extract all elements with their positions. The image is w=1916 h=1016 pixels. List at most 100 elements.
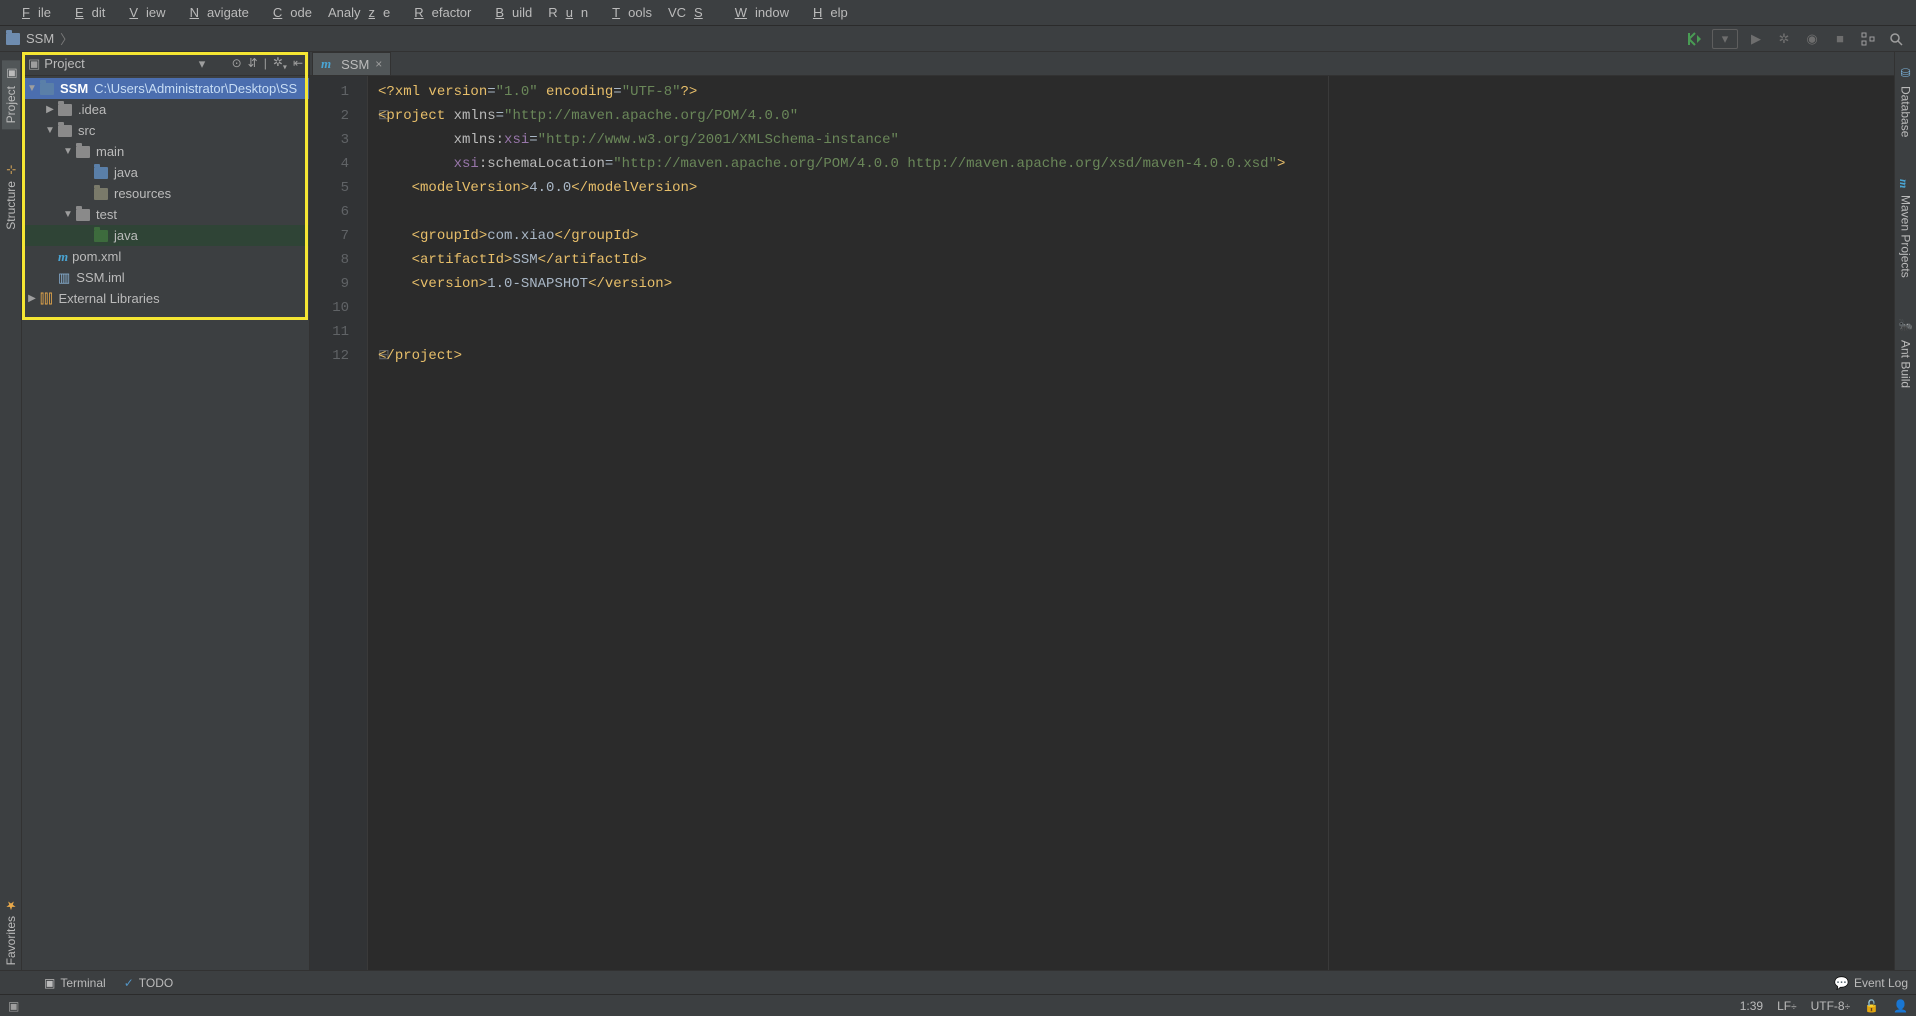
menu-navigate[interactable]: Navigate	[174, 2, 257, 23]
settings-gear-icon[interactable]: ✲▾	[273, 55, 287, 71]
debug-button[interactable]: ✲	[1774, 29, 1794, 49]
tree-iml[interactable]: ▥ SSM.iml	[22, 267, 309, 288]
project-tool-window: ▣ Project ▾ ⊙ ⇵ | ✲▾ ⇤ ▼ SSM C:\Users\Ad…	[22, 52, 310, 970]
maven-file-icon: m	[58, 249, 68, 265]
tree-idea[interactable]: ▶ .idea	[22, 99, 309, 120]
menu-help[interactable]: Help	[797, 2, 856, 23]
tree-root-name: SSM	[60, 81, 88, 96]
bottom-tool-bar: ▣Terminal ✓TODO 💬Event Log	[0, 970, 1916, 994]
tree-external-libs[interactable]: ▶ ⫿⫿⫿ External Libraries	[22, 288, 309, 309]
menu-analyze[interactable]: Analyze	[320, 2, 398, 23]
status-tool-windows-icon[interactable]: ▣	[8, 999, 19, 1013]
status-hector-icon[interactable]: 👤	[1893, 999, 1908, 1013]
tool-tab-maven[interactable]: m Maven Projects	[1894, 173, 1916, 283]
menu-run[interactable]: Run	[540, 2, 596, 23]
menu-vcs[interactable]: VCS	[660, 2, 719, 23]
maven-file-icon: m	[321, 56, 331, 72]
menu-tools[interactable]: Tools	[596, 2, 660, 23]
tree-label: main	[96, 144, 124, 159]
left-tool-strip: Project ▣ Structure ⊹	[0, 52, 22, 970]
tool-tab-terminal[interactable]: ▣Terminal	[44, 976, 106, 990]
test-folder-icon	[94, 230, 108, 242]
folder-icon	[58, 125, 72, 137]
tree-label: java	[114, 228, 138, 243]
project-structure-button[interactable]	[1858, 29, 1878, 49]
tree-test-java[interactable]: java	[22, 225, 309, 246]
status-encoding[interactable]: UTF-8÷	[1811, 999, 1851, 1013]
tree-pom[interactable]: m pom.xml	[22, 246, 309, 267]
project-panel-header: ▣ Project ▾ ⊙ ⇵ | ✲▾ ⇤	[22, 52, 309, 76]
code-content[interactable]: <?xml version="1.0" encoding="UTF-8"?> ⊟…	[368, 76, 1916, 970]
tree-src[interactable]: ▼ src	[22, 120, 309, 141]
project-view-dropdown-icon[interactable]: ▾	[199, 56, 206, 72]
menu-build[interactable]: Build	[479, 2, 540, 23]
menu-view[interactable]: View	[113, 2, 173, 23]
tree-root-path: C:\Users\Administrator\Desktop\SS	[94, 81, 297, 96]
status-line-ending[interactable]: LF÷	[1777, 999, 1797, 1013]
menu-refactor[interactable]: Refactor	[398, 2, 479, 23]
hide-panel-icon[interactable]: ⇤	[293, 56, 303, 70]
tab-label: SSM	[341, 57, 369, 72]
iml-file-icon: ▥	[58, 270, 70, 286]
menu-bar: File Edit View Navigate Code Analyze Ref…	[0, 0, 1916, 26]
folder-icon	[58, 104, 72, 116]
tree-label: .idea	[78, 102, 106, 117]
tree-resources[interactable]: resources	[22, 183, 309, 204]
right-tool-strip: ⛁ Database m Maven Projects 🐜 Ant Build	[1894, 52, 1916, 970]
tree-root[interactable]: ▼ SSM C:\Users\Administrator\Desktop\SS	[22, 78, 309, 99]
tool-tab-structure[interactable]: Structure ⊹	[2, 159, 20, 236]
project-tree[interactable]: ▼ SSM C:\Users\Administrator\Desktop\SS …	[22, 76, 309, 970]
run-config-dropdown[interactable]: ▾	[1712, 29, 1738, 49]
stop-button[interactable]: ■	[1830, 29, 1850, 49]
separator: |	[264, 56, 267, 70]
status-lock-icon[interactable]: 🔓	[1864, 999, 1879, 1013]
todo-icon: ✓	[124, 976, 134, 990]
tree-main-java[interactable]: java	[22, 162, 309, 183]
tree-label: src	[78, 123, 95, 138]
line-gutter: 123456789101112	[310, 76, 368, 970]
search-everywhere-button[interactable]	[1886, 29, 1906, 49]
build-button[interactable]	[1684, 29, 1704, 49]
project-panel-title[interactable]: Project	[44, 56, 84, 71]
navigation-bar: SSM 〉 ▾ ▶ ✲ ◉ ■	[0, 26, 1916, 52]
left-bottom-tool-strip: Favorites ★	[0, 892, 22, 981]
library-icon: ⫿⫿⫿	[40, 291, 52, 307]
menu-window[interactable]: Window	[719, 2, 797, 23]
collapse-all-icon[interactable]: ⇵	[248, 56, 258, 70]
tree-test[interactable]: ▼ test	[22, 204, 309, 225]
terminal-icon: ▣	[44, 976, 55, 990]
project-view-icon: ▣	[28, 56, 40, 72]
source-folder-icon	[94, 167, 108, 179]
tool-tab-database[interactable]: ⛁ Database	[1897, 60, 1915, 143]
tool-tab-todo[interactable]: ✓TODO	[124, 976, 174, 990]
event-log-icon: 💬	[1834, 976, 1849, 990]
tree-label: pom.xml	[72, 249, 121, 264]
tool-tab-favorites[interactable]: Favorites ★	[2, 892, 20, 971]
project-icon	[6, 33, 20, 45]
coverage-button[interactable]: ◉	[1802, 29, 1822, 49]
tree-label: External Libraries	[58, 291, 159, 306]
event-log-button[interactable]: 💬Event Log	[1834, 976, 1908, 990]
breadcrumb-project[interactable]: SSM	[26, 31, 54, 46]
menu-code[interactable]: Code	[257, 2, 320, 23]
editor-tabs: m SSM ×	[310, 52, 1916, 76]
close-tab-icon[interactable]: ×	[375, 57, 382, 71]
editor-tab-ssm[interactable]: m SSM ×	[312, 52, 391, 75]
status-cursor-position[interactable]: 1:39	[1740, 999, 1763, 1013]
status-bar: ▣ 1:39 LF÷ UTF-8÷ 🔓 👤	[0, 994, 1916, 1016]
menu-file[interactable]: File	[6, 2, 59, 23]
folder-icon	[76, 209, 90, 221]
main-area: Project ▣ Structure ⊹ ▣ Project ▾ ⊙ ⇵ | …	[0, 52, 1916, 970]
breadcrumb-chevron-icon: 〉	[60, 29, 73, 48]
tool-tab-project[interactable]: Project ▣	[2, 60, 20, 129]
folder-icon	[40, 83, 54, 95]
tree-label: resources	[114, 186, 171, 201]
run-button[interactable]: ▶	[1746, 29, 1766, 49]
scroll-to-source-icon[interactable]: ⊙	[232, 56, 242, 70]
tree-main[interactable]: ▼ main	[22, 141, 309, 162]
tree-label: SSM.iml	[76, 270, 124, 285]
editor-area: m SSM × 123456789101112 <?xml version="1…	[310, 52, 1916, 970]
code-editor[interactable]: 123456789101112 <?xml version="1.0" enco…	[310, 76, 1916, 970]
menu-edit[interactable]: Edit	[59, 2, 113, 23]
tool-tab-ant[interactable]: 🐜 Ant Build	[1897, 313, 1915, 394]
